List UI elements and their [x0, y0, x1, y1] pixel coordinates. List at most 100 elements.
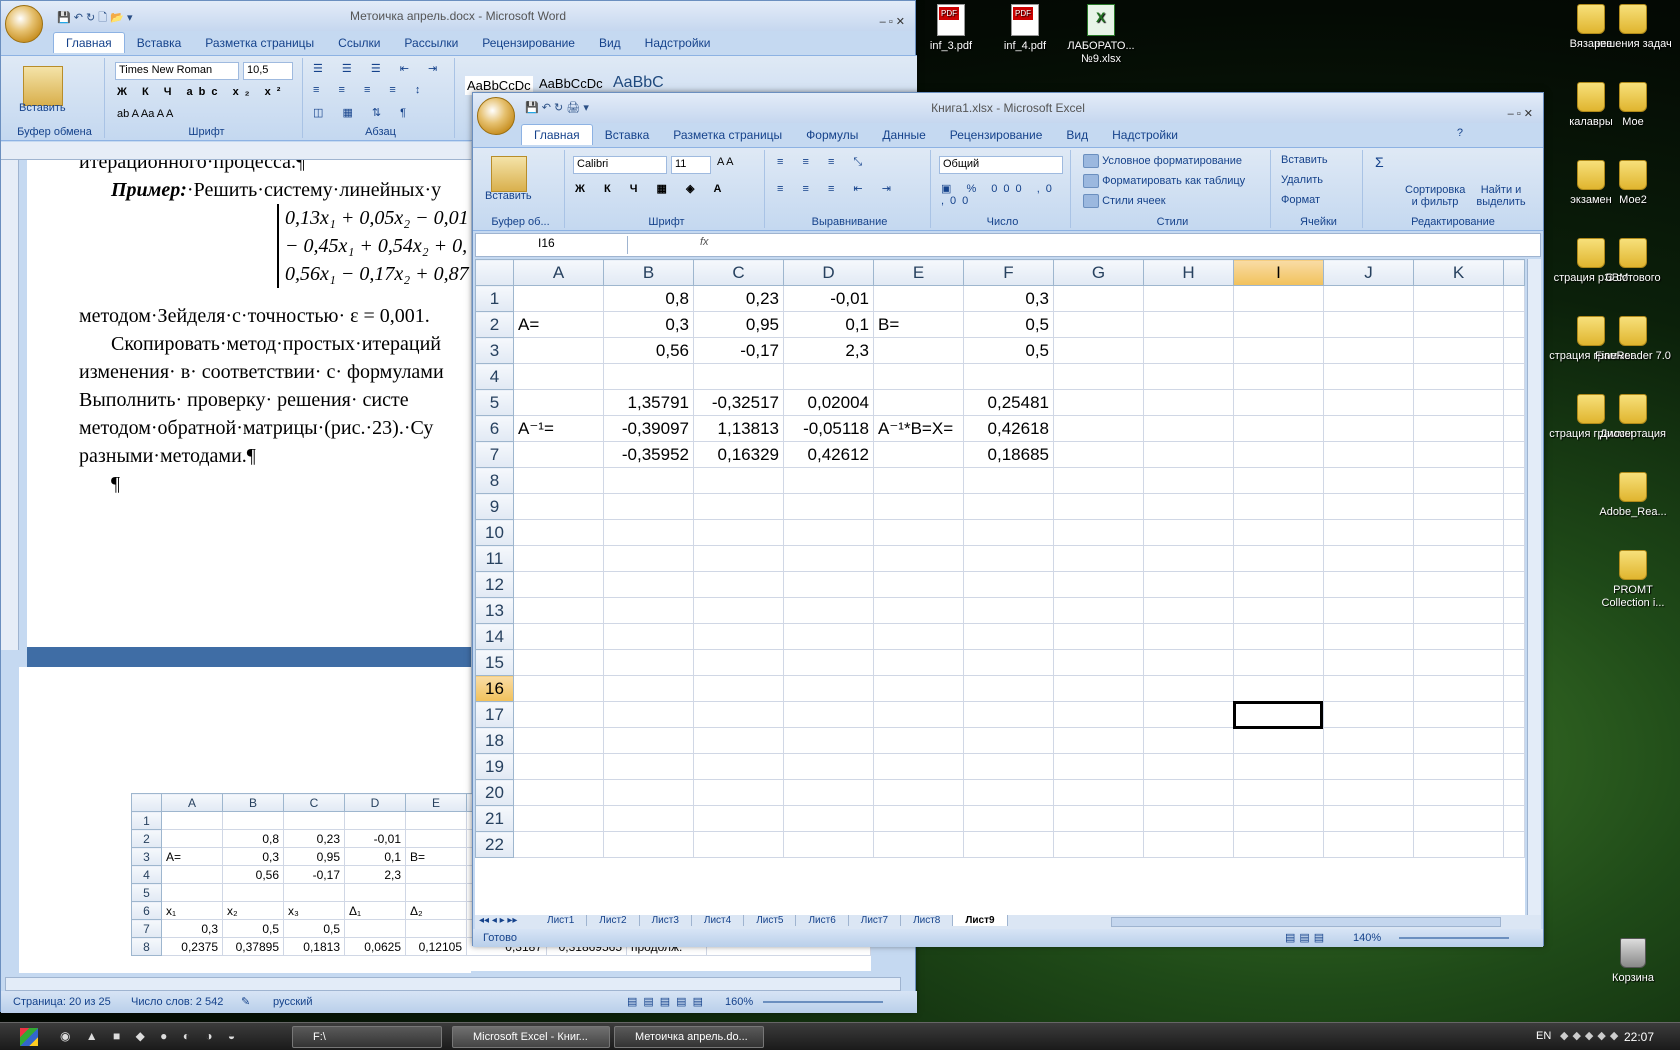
- cell[interactable]: [1053, 727, 1144, 754]
- cell[interactable]: 0,23: [693, 285, 784, 312]
- row-header[interactable]: 14: [475, 623, 514, 650]
- column-header[interactable]: F: [963, 259, 1054, 286]
- cell[interactable]: [1323, 727, 1414, 754]
- row-header[interactable]: 19: [475, 753, 514, 780]
- column-header[interactable]: A: [513, 259, 604, 286]
- sheet-tab[interactable]: Лист7: [849, 915, 902, 926]
- cell[interactable]: [1413, 753, 1504, 780]
- tab-addins[interactable]: Надстройки: [633, 33, 723, 53]
- cell[interactable]: [1503, 805, 1525, 832]
- cell[interactable]: [1503, 545, 1525, 572]
- tab-view[interactable]: Вид: [1054, 125, 1100, 145]
- cell[interactable]: [1233, 649, 1324, 676]
- cell[interactable]: [1413, 441, 1504, 468]
- cell[interactable]: [693, 519, 784, 546]
- cell[interactable]: [1323, 311, 1414, 338]
- cell[interactable]: [963, 597, 1054, 624]
- cell[interactable]: [1143, 285, 1234, 312]
- cell[interactable]: [1233, 441, 1324, 468]
- cell[interactable]: 0,3: [603, 311, 694, 338]
- desktop-icon-dissertaciya[interactable]: Диссертация: [1590, 394, 1676, 441]
- cell[interactable]: 1,13813: [693, 415, 784, 442]
- cell[interactable]: [1143, 363, 1234, 390]
- cell[interactable]: [1323, 285, 1414, 312]
- taskbar-explorer[interactable]: F:\: [292, 1026, 442, 1048]
- cell[interactable]: [513, 597, 604, 624]
- font-size-combo[interactable]: 10,5: [243, 62, 293, 80]
- cell[interactable]: [1323, 623, 1414, 650]
- cell[interactable]: [1143, 337, 1234, 364]
- cell[interactable]: [783, 623, 874, 650]
- cell[interactable]: A=: [513, 311, 604, 338]
- row-header[interactable]: 22: [475, 831, 514, 858]
- cell[interactable]: [1143, 545, 1234, 572]
- column-header[interactable]: B: [603, 259, 694, 286]
- cell[interactable]: [1233, 753, 1324, 780]
- cell[interactable]: [1503, 415, 1525, 442]
- cell[interactable]: [963, 623, 1054, 650]
- cell[interactable]: -0,01: [783, 285, 874, 312]
- cell[interactable]: [513, 285, 604, 312]
- column-header[interactable]: E: [873, 259, 964, 286]
- office-button[interactable]: [5, 5, 43, 43]
- cell[interactable]: [603, 493, 694, 520]
- cell[interactable]: [963, 753, 1054, 780]
- cell[interactable]: [873, 701, 964, 728]
- cell[interactable]: 0,1: [783, 311, 874, 338]
- cell[interactable]: [963, 519, 1054, 546]
- tab-layout[interactable]: Разметка страницы: [193, 33, 326, 53]
- cell[interactable]: [1503, 779, 1525, 806]
- tab-references[interactable]: Ссылки: [326, 33, 392, 53]
- cell[interactable]: [603, 623, 694, 650]
- cell[interactable]: [693, 831, 784, 858]
- cell[interactable]: [603, 779, 694, 806]
- delete-cells-button[interactable]: Удалить: [1281, 174, 1323, 186]
- cell[interactable]: [963, 831, 1054, 858]
- cell[interactable]: 0,8: [603, 285, 694, 312]
- sheet-tab[interactable]: Лист5: [744, 915, 797, 926]
- cell[interactable]: [513, 675, 604, 702]
- spellcheck-icon[interactable]: ✎: [241, 991, 250, 1013]
- clock[interactable]: 22:07: [1624, 1030, 1654, 1044]
- cell[interactable]: [1413, 363, 1504, 390]
- cell[interactable]: [1323, 493, 1414, 520]
- cell[interactable]: [693, 779, 784, 806]
- cell[interactable]: -0,05118: [783, 415, 874, 442]
- cell[interactable]: [1233, 337, 1324, 364]
- cell[interactable]: [693, 753, 784, 780]
- cell[interactable]: [1143, 727, 1234, 754]
- cell[interactable]: 0,18685: [963, 441, 1054, 468]
- cell[interactable]: [693, 597, 784, 624]
- cell[interactable]: [963, 571, 1054, 598]
- cell[interactable]: [1233, 597, 1324, 624]
- cell[interactable]: [963, 805, 1054, 832]
- row-header[interactable]: 8: [475, 467, 514, 494]
- cell[interactable]: [1053, 831, 1144, 858]
- cell[interactable]: [1323, 441, 1414, 468]
- row-header[interactable]: 18: [475, 727, 514, 754]
- desktop-icon-recycle-bin[interactable]: Корзина: [1590, 938, 1676, 985]
- cell[interactable]: [1233, 363, 1324, 390]
- tab-addins[interactable]: Надстройки: [1100, 125, 1190, 145]
- tab-data[interactable]: Данные: [870, 125, 937, 145]
- cell[interactable]: 0,56: [603, 337, 694, 364]
- cell[interactable]: [1503, 831, 1525, 858]
- row-header[interactable]: 21: [475, 805, 514, 832]
- tab-review[interactable]: Рецензирование: [470, 33, 587, 53]
- active-cell-I16[interactable]: [1233, 701, 1323, 729]
- cell[interactable]: [1053, 337, 1144, 364]
- cell[interactable]: [1503, 727, 1525, 754]
- help-icon[interactable]: ?: [1457, 127, 1463, 139]
- cell[interactable]: [1233, 571, 1324, 598]
- zoom-level[interactable]: 140%: [1353, 929, 1381, 947]
- cell[interactable]: [1143, 493, 1234, 520]
- format-buttons[interactable]: Ж К Ч ▦ ◈ A: [575, 182, 729, 195]
- row-header[interactable]: 1: [475, 285, 514, 312]
- desktop-icon-promt[interactable]: PROMT Collection i...: [1590, 550, 1676, 610]
- cell[interactable]: [1503, 649, 1525, 676]
- cell[interactable]: [873, 831, 964, 858]
- cell[interactable]: [1053, 441, 1144, 468]
- cell[interactable]: [513, 727, 604, 754]
- cell[interactable]: [1053, 753, 1144, 780]
- cell[interactable]: [783, 753, 874, 780]
